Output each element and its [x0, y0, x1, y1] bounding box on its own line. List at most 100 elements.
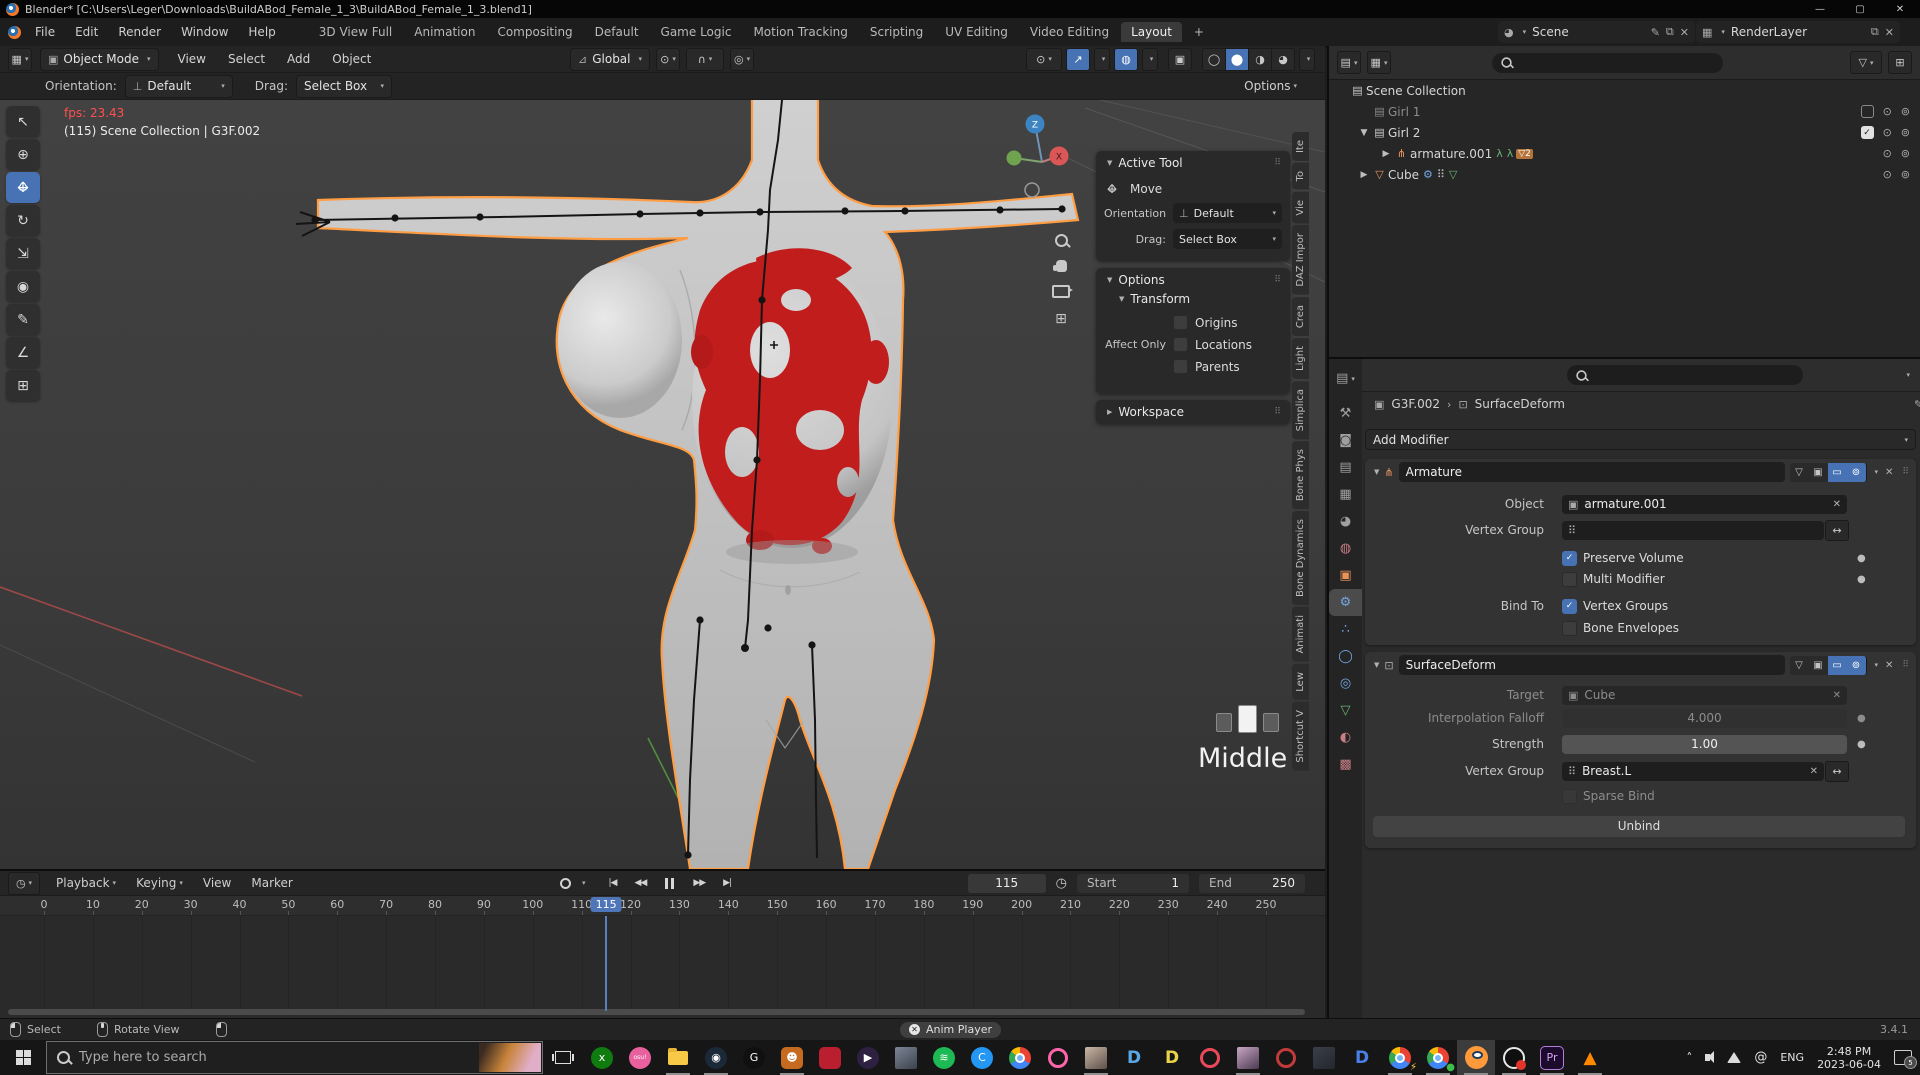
clear-icon[interactable]: ✕	[1833, 499, 1841, 510]
sidebar-tab-vie[interactable]: Vie	[1292, 192, 1309, 224]
stopwatch-icon[interactable]: ◷	[1056, 876, 1067, 891]
tool-annotate[interactable]: ✎	[6, 304, 40, 335]
current-frame-field[interactable]: 115	[968, 874, 1046, 893]
app-figure-app[interactable]	[887, 1040, 925, 1075]
show-gizmo-toggle[interactable]: ↗	[1066, 48, 1090, 71]
sidebar-tab-ite[interactable]: Ite	[1292, 132, 1309, 161]
tool-cursor[interactable]: ⊕	[6, 139, 40, 170]
disclosure-icon[interactable]: ▶	[1357, 170, 1371, 180]
ortho-grid-icon[interactable]: ⊞	[1055, 311, 1067, 327]
modifier-name-field[interactable]: Armature	[1399, 462, 1785, 482]
sidebar-tab-animati[interactable]: Animati	[1292, 607, 1309, 662]
app-d-ring-yellow[interactable]: D	[1153, 1040, 1191, 1075]
copy-icon[interactable]: ⧉	[1666, 25, 1674, 39]
drag-handle-icon[interactable]: ⠿	[1274, 275, 1282, 285]
app-vlc[interactable]: ▲	[1571, 1040, 1609, 1075]
timeline-menu-playback[interactable]: Playback▾	[46, 869, 126, 897]
properties-search[interactable]	[1567, 365, 1803, 385]
viewport-options-dropdown[interactable]: Options	[1244, 79, 1290, 93]
keying-dropdown-icon[interactable]: ▾	[582, 879, 586, 887]
collapse-icon[interactable]: ▼	[1107, 276, 1112, 284]
app-media-player[interactable]: ▶	[849, 1040, 887, 1075]
workspace-tab-motion-tracking[interactable]: Motion Tracking	[743, 22, 857, 42]
scene-selector[interactable]: ◕▾ Scene ✎ ⧉ ✕	[1498, 21, 1695, 43]
new-collection-button[interactable]: ⊞	[1888, 51, 1912, 74]
timeline-menu-view[interactable]: View	[193, 869, 241, 897]
menu-file[interactable]: File	[25, 18, 65, 46]
volume-icon[interactable]	[1705, 1054, 1710, 1061]
edit-mode-toggle[interactable]: ▽	[1790, 463, 1809, 482]
outliner-row-cube[interactable]: ▶▽Cube⚙⠿▽⊙⊚	[1329, 164, 1920, 185]
task-view-button[interactable]	[543, 1040, 583, 1075]
properties-tab-world[interactable]: ◍	[1329, 535, 1362, 562]
exclude-checkbox[interactable]	[1861, 105, 1874, 118]
app-steam[interactable]: ◉	[697, 1040, 735, 1075]
ts-orientation-dropdown[interactable]: ⊥ Default ▾	[125, 75, 233, 98]
pivot-point-button[interactable]: ⊙▾	[656, 48, 680, 71]
sidebar-tab-shortcut-v[interactable]: Shortcut V	[1292, 702, 1309, 771]
action-center-icon[interactable]: 5	[1894, 1050, 1912, 1065]
camera-view-icon[interactable]	[1052, 285, 1070, 298]
clear-icon[interactable]: ✕	[1833, 690, 1841, 701]
disable-render-icon[interactable]: ⊚	[1901, 126, 1910, 139]
hide-eye-icon[interactable]: ⊙	[1883, 126, 1892, 139]
jump-to-start-button[interactable]: |◀	[604, 878, 622, 888]
app-chrome-flash[interactable]: ⚡	[1381, 1040, 1419, 1075]
app-o-ring-red[interactable]	[1191, 1040, 1229, 1075]
properties-tab-object[interactable]: ▣	[1329, 562, 1362, 589]
show-overlays-toggle[interactable]: ◍	[1114, 48, 1138, 71]
workspace-tab-default[interactable]: Default	[585, 22, 649, 42]
app-blender[interactable]	[1457, 1040, 1495, 1075]
app-explorer[interactable]	[659, 1040, 697, 1075]
jump-to-end-button[interactable]: ▶|	[718, 878, 736, 888]
properties-tab-render[interactable]: ◙	[1329, 427, 1362, 454]
animate-dot[interactable]: ●	[1857, 553, 1866, 564]
app-chrome-green[interactable]: ●	[1419, 1040, 1457, 1075]
sidebar-tab-crea[interactable]: Crea	[1292, 297, 1309, 336]
overlays-dropdown[interactable]: ▾	[1142, 48, 1158, 71]
transform-orientation-dropdown[interactable]: ⊿ Global▾	[570, 48, 650, 71]
clock[interactable]: 2:48 PM 2023-06-04	[1817, 1045, 1881, 1071]
viewport-menu-select[interactable]: Select	[217, 52, 276, 66]
clear-icon[interactable]: ✕	[1810, 766, 1818, 777]
shading-rendered-button[interactable]: ◕	[1271, 48, 1295, 71]
collapse-icon[interactable]: ▶	[1107, 408, 1112, 416]
app-spotify[interactable]: ≋	[925, 1040, 963, 1075]
sidebar-tab-to[interactable]: To	[1292, 163, 1309, 190]
cage-toggle[interactable]: ▣	[1809, 656, 1828, 675]
animate-dot[interactable]: ●	[1857, 739, 1866, 750]
sparse-bind-checkbox[interactable]	[1562, 789, 1577, 804]
app-pink-ring[interactable]	[1039, 1040, 1077, 1075]
drag-handle-icon[interactable]: ⠿	[1902, 467, 1910, 477]
workspace-tab-layout[interactable]: Layout	[1121, 22, 1182, 42]
workspace-tab-uv-editing[interactable]: UV Editing	[935, 22, 1018, 42]
pause-button[interactable]	[659, 878, 680, 889]
np-drag-dropdown[interactable]: Select Box▾	[1173, 229, 1282, 249]
multi-modifier-checkbox[interactable]	[1562, 572, 1577, 587]
app-logitech-g[interactable]: G	[735, 1040, 773, 1075]
outliner-row-girl-2[interactable]: ▼▤Girl 2✓⊙⊚	[1329, 122, 1920, 143]
viewport-menu-view[interactable]: View	[167, 52, 217, 66]
realtime-display-toggle[interactable]: ▭	[1828, 656, 1847, 675]
network-icon[interactable]: @	[1754, 1050, 1767, 1065]
wifi-icon[interactable]	[1727, 1052, 1741, 1063]
extras-dropdown-icon[interactable]: ▾	[1875, 468, 1879, 476]
menu-render[interactable]: Render	[108, 18, 171, 46]
hide-eye-icon[interactable]: ⊙	[1883, 147, 1892, 160]
tool-scale[interactable]: ⇲	[6, 238, 40, 269]
sidebar-tab-light[interactable]: Light	[1292, 338, 1309, 379]
exclude-checkbox[interactable]: ✓	[1861, 126, 1874, 139]
properties-tab-physics[interactable]: ◯	[1329, 643, 1362, 670]
timeline-ruler[interactable]: 0102030405060708090100110120130140150160…	[0, 896, 1325, 916]
start-button[interactable]	[0, 1040, 46, 1075]
workspace-tab-scripting[interactable]: Scripting	[860, 22, 933, 42]
taskbar-search[interactable]: Type here to search	[46, 1041, 543, 1074]
timeline-menu-marker[interactable]: Marker	[241, 869, 302, 897]
menu-help[interactable]: Help	[238, 18, 285, 46]
properties-tab-output[interactable]: ▤	[1329, 454, 1362, 481]
pan-hand-icon[interactable]	[1056, 260, 1067, 272]
tool-move[interactable]: ↔↕	[6, 172, 40, 203]
minimize-button[interactable]: —	[1800, 0, 1840, 18]
copy-icon[interactable]: ⧉	[1871, 25, 1879, 39]
edit-mode-toggle[interactable]: ▽	[1790, 656, 1809, 675]
